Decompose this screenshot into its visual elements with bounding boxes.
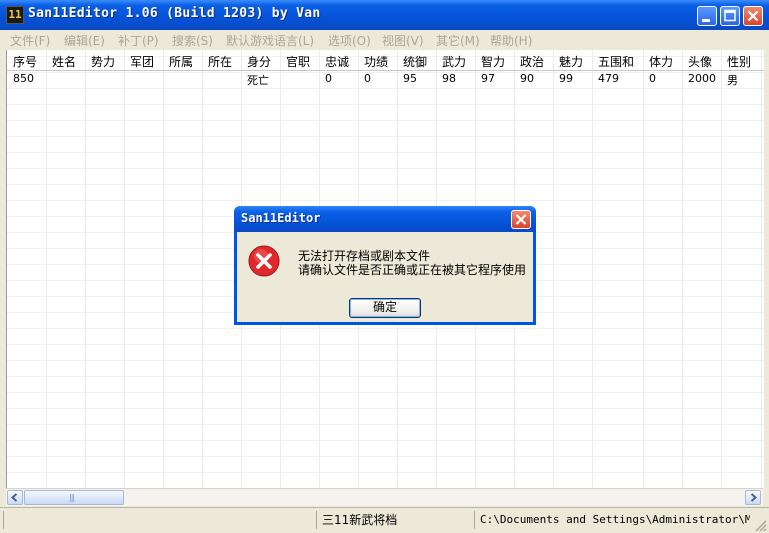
error-icon: [248, 245, 280, 277]
column-divider: [683, 50, 722, 488]
table-cell[interactable]: 90: [520, 72, 534, 85]
col-header[interactable]: 忠诚: [325, 53, 349, 70]
column-divider: [644, 50, 683, 488]
scroll-right-button[interactable]: [745, 490, 761, 505]
column-divider: [86, 50, 125, 488]
table-cell[interactable]: 95: [403, 72, 417, 85]
column-divider: [7, 50, 47, 488]
window-title: San11Editor 1.06 (Build 1203) by Van: [28, 6, 321, 21]
col-header[interactable]: 所属: [169, 53, 193, 70]
dialog-body: 无法打开存档或剧本文件 请确认文件是否正确或正在被其它程序使用 确定: [237, 232, 533, 322]
table-cell[interactable]: 0: [325, 72, 332, 85]
menu-options[interactable]: 选项(O): [328, 32, 371, 49]
column-divider: [164, 50, 203, 488]
menu-patch[interactable]: 补丁(P): [118, 32, 159, 49]
col-header[interactable]: 政治: [520, 53, 544, 70]
column-divider: [554, 50, 593, 488]
table-cell[interactable]: 97: [481, 72, 495, 85]
arrow-left-icon: [10, 493, 18, 502]
resize-grip-icon[interactable]: [753, 518, 767, 532]
dialog-close-button[interactable]: [511, 210, 531, 229]
col-header[interactable]: 五围和: [598, 53, 634, 70]
column-divider: [722, 50, 762, 488]
col-header[interactable]: 姓名: [52, 53, 76, 70]
col-header[interactable]: 功绩: [364, 53, 388, 70]
menu-edit[interactable]: 编辑(E): [64, 32, 105, 49]
menu-help[interactable]: 帮助(H): [490, 32, 532, 49]
column-divider: [47, 50, 86, 488]
col-header[interactable]: 所在: [208, 53, 232, 70]
table-cell[interactable]: 850: [13, 72, 34, 85]
menu-view[interactable]: 视图(V): [382, 32, 424, 49]
col-header[interactable]: 统御: [403, 53, 427, 70]
scroll-left-button[interactable]: [7, 490, 23, 505]
close-button[interactable]: [743, 6, 763, 26]
status-file-path: C:\Documents and Settings\Administrator\…: [474, 511, 750, 529]
table-cell[interactable]: 0: [364, 72, 371, 85]
horizontal-scrollbar[interactable]: |||: [6, 488, 763, 506]
column-divider: [125, 50, 164, 488]
arrow-right-icon: [750, 493, 758, 502]
error-dialog: San11Editor 无法打开存档或剧本文件 请确认文件是否正确或正在被其它程…: [234, 206, 536, 325]
app-window: 11 San11Editor 1.06 (Build 1203) by Van …: [0, 0, 769, 533]
table-cell[interactable]: 2000: [688, 72, 716, 85]
table-cell[interactable]: 479: [598, 72, 619, 85]
menu-search[interactable]: 搜索(S): [172, 32, 213, 49]
dialog-title: San11Editor: [241, 211, 321, 225]
col-header[interactable]: 官职: [286, 53, 310, 70]
menu-language[interactable]: 默认游戏语言(L): [226, 32, 314, 49]
scroll-thumb[interactable]: |||: [24, 490, 124, 505]
column-divider: [593, 50, 644, 488]
maximize-button[interactable]: [720, 6, 740, 26]
minimize-button[interactable]: [697, 6, 717, 26]
menu-file[interactable]: 文件(F): [10, 32, 50, 49]
col-header[interactable]: 智力: [481, 53, 505, 70]
status-bar: 三11新武将档 C:\Documents and Settings\Admini…: [0, 507, 769, 533]
menu-other[interactable]: 其它(M): [436, 32, 480, 49]
col-header[interactable]: 身分: [247, 53, 271, 70]
col-header[interactable]: 魅力: [559, 53, 583, 70]
table-cell[interactable]: 99: [559, 72, 573, 85]
minimize-icon: [702, 19, 710, 22]
table-cell[interactable]: 0: [649, 72, 656, 85]
status-file-type: 三11新武将档: [316, 511, 472, 529]
col-header[interactable]: 武力: [442, 53, 466, 70]
header-divider: [7, 70, 764, 71]
col-header[interactable]: 军团: [130, 53, 154, 70]
ok-button[interactable]: 确定: [349, 298, 421, 318]
col-header[interactable]: 性别: [727, 53, 751, 70]
thumb-grip-icon: |||: [69, 493, 75, 502]
close-icon: [515, 214, 527, 225]
dialog-message-line2: 请确认文件是否正确或正在被其它程序使用: [298, 263, 527, 277]
col-header[interactable]: 序号: [13, 53, 37, 70]
maximize-icon: [724, 9, 736, 22]
app-icon: 11: [6, 6, 24, 24]
table-cell[interactable]: 死亡: [247, 72, 269, 88]
menu-bar: 文件(F) 编辑(E) 补丁(P) 搜索(S) 默认游戏语言(L) 选项(O) …: [0, 30, 769, 49]
status-pane-empty: [3, 511, 317, 529]
dialog-title-bar[interactable]: San11Editor: [234, 206, 536, 232]
close-icon: [747, 10, 759, 22]
title-bar[interactable]: 11 San11Editor 1.06 (Build 1203) by Van: [0, 0, 769, 30]
col-header[interactable]: 体力: [649, 53, 673, 70]
col-header[interactable]: 势力: [91, 53, 115, 70]
table-cell[interactable]: 98: [442, 72, 456, 85]
table-cell[interactable]: 男: [727, 72, 738, 88]
col-header[interactable]: 头像: [688, 53, 712, 70]
